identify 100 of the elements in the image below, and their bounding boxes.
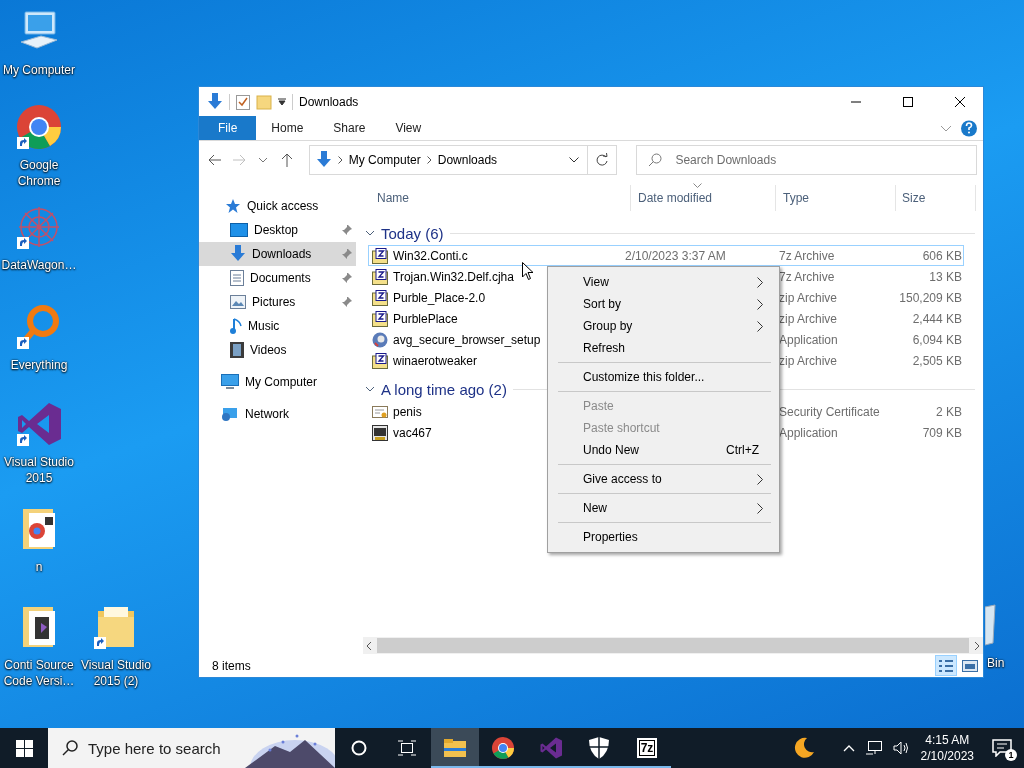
nav-item[interactable]: Network bbox=[199, 402, 356, 426]
file-type: Security Certificate bbox=[778, 404, 881, 419]
download-icon bbox=[230, 245, 246, 263]
breadcrumb[interactable]: Downloads bbox=[437, 153, 498, 167]
moon-icon[interactable] bbox=[792, 737, 815, 759]
file-date: 2/10/2023 3:37 AM bbox=[625, 248, 727, 263]
archive-icon bbox=[372, 247, 388, 264]
nav-item[interactable]: Quick access bbox=[199, 194, 356, 218]
caret-icon[interactable] bbox=[278, 97, 286, 106]
group-header: A long time ago (2) bbox=[381, 380, 507, 398]
nav-item[interactable]: Pictures bbox=[199, 290, 356, 314]
file-size: 2,505 KB bbox=[911, 353, 963, 368]
file-size: 2 KB bbox=[935, 404, 963, 419]
breadcrumb[interactable]: My Computer bbox=[348, 153, 421, 167]
nav-item[interactable]: Desktop bbox=[199, 218, 356, 242]
desktop-icon-label: Visual Studio 2015 (2) bbox=[80, 657, 152, 689]
menu-item[interactable]: New bbox=[550, 497, 777, 519]
nav-item-label: Quick access bbox=[247, 199, 320, 213]
menu-item[interactable]: Sort by bbox=[550, 293, 777, 315]
menu-item[interactable]: View bbox=[550, 271, 777, 293]
nav-item-label: Music bbox=[248, 319, 281, 333]
properties-icon[interactable] bbox=[236, 93, 250, 110]
column-header[interactable]: Name bbox=[363, 185, 631, 211]
menu-item[interactable]: Refresh bbox=[550, 337, 777, 359]
ribbon-tab[interactable]: View bbox=[380, 116, 437, 140]
column-header[interactable]: Type bbox=[776, 185, 896, 211]
arrow-up-icon bbox=[280, 153, 293, 167]
desktop-icon[interactable] bbox=[15, 400, 63, 448]
network-icon bbox=[221, 406, 239, 422]
archive-icon bbox=[372, 289, 388, 306]
music-note-icon bbox=[230, 318, 242, 334]
file-type: zip Archive bbox=[778, 311, 839, 326]
search-field[interactable]: Search Downloads bbox=[636, 145, 977, 175]
menu-item[interactable]: Properties bbox=[550, 526, 777, 548]
download-icon bbox=[315, 151, 332, 169]
windows-logo-icon bbox=[15, 739, 33, 757]
file-name: penis bbox=[393, 404, 422, 419]
clock[interactable]: 4:15 AM 2/10/2023 bbox=[920, 732, 974, 764]
nav-item[interactable]: Documents bbox=[199, 266, 356, 290]
file-name: winaerotweaker bbox=[393, 353, 478, 368]
menu-item[interactable]: Give access to bbox=[550, 468, 777, 490]
nav-item[interactable]: Videos bbox=[199, 338, 356, 362]
ribbon-tab[interactable]: Share bbox=[318, 116, 381, 140]
file-name: Trojan.Win32.Delf.cjha bbox=[393, 269, 514, 284]
download-icon bbox=[207, 92, 223, 111]
file-size: 6,094 KB bbox=[911, 332, 963, 347]
chevron-icon[interactable] bbox=[365, 384, 375, 394]
details-view-button[interactable] bbox=[935, 655, 957, 676]
file-name: vac467 bbox=[393, 425, 432, 440]
pin-icon[interactable] bbox=[342, 273, 352, 283]
file-name: Purble_Place-2.0 bbox=[393, 290, 486, 305]
search-icon bbox=[62, 740, 78, 756]
chevron-icon bbox=[426, 156, 432, 164]
pin-icon[interactable] bbox=[342, 225, 352, 235]
arrow-left-icon bbox=[207, 154, 222, 166]
nav-item[interactable]: My Computer bbox=[199, 370, 356, 394]
menu-item[interactable]: Group by bbox=[550, 315, 777, 337]
window-title: Downloads bbox=[299, 94, 360, 109]
ribbon-tab[interactable]: Home bbox=[256, 116, 319, 140]
file-menu-tab[interactable]: File bbox=[199, 116, 257, 140]
maximize-icon bbox=[903, 96, 913, 107]
nav-item-label: Pictures bbox=[252, 295, 297, 309]
file-type: 7z Archive bbox=[778, 248, 836, 263]
scrollbar-thumb[interactable] bbox=[377, 638, 969, 653]
application-icon bbox=[372, 424, 388, 441]
group-header: Today (6) bbox=[381, 224, 444, 242]
dropdown-icon[interactable] bbox=[569, 157, 580, 163]
nav-item[interactable]: Music bbox=[199, 314, 356, 338]
column-header[interactable]: Size bbox=[896, 185, 976, 211]
status-text: 8 items bbox=[212, 658, 252, 673]
star-icon bbox=[225, 198, 241, 214]
desktop-icon-label: Visual Studio 2015 bbox=[3, 454, 75, 486]
tiles-view-icon bbox=[962, 658, 978, 673]
circle-icon bbox=[351, 740, 367, 756]
task-view-icon bbox=[398, 740, 416, 756]
search-icon bbox=[648, 153, 663, 167]
chevron-icon[interactable] bbox=[365, 228, 375, 238]
taskbar-search-field[interactable]: Type here to search bbox=[88, 739, 225, 757]
selected-file-row[interactable]: Win32.Conti.c 2/10/2023 3:37 AM 7z Archive 606 KB bbox=[368, 245, 964, 266]
file-name: PurblePlace bbox=[393, 311, 458, 326]
taskbar-search-box[interactable]: Type here to search bbox=[48, 728, 335, 768]
chevron-up-icon[interactable] bbox=[842, 744, 855, 752]
computer-icon bbox=[221, 374, 239, 390]
nav-item[interactable]: Downloads bbox=[199, 242, 356, 266]
taskbar-app-button[interactable]: 7z bbox=[623, 728, 671, 768]
horizontal-scrollbar[interactable] bbox=[363, 637, 983, 654]
menu-item[interactable]: Customize this folder... bbox=[550, 366, 777, 388]
volume-icon[interactable] bbox=[892, 740, 911, 756]
file-size: 2,444 KB bbox=[911, 311, 963, 326]
network-icon[interactable] bbox=[864, 740, 883, 756]
pin-icon[interactable] bbox=[342, 297, 352, 307]
file-type: 7z Archive bbox=[778, 269, 836, 284]
menu-item[interactable]: Undo New Ctrl+Z bbox=[550, 439, 777, 461]
column-header[interactable]: Date modified bbox=[631, 185, 776, 211]
notifications-icon[interactable] bbox=[992, 739, 1012, 757]
file-type: Application bbox=[778, 425, 839, 440]
address-bar[interactable]: My Computer Downloads bbox=[308, 145, 618, 175]
desktop-icon-label: Conti Source Code Versi… bbox=[2, 657, 76, 689]
file-size: 709 KB bbox=[921, 425, 963, 440]
nav-item-label: Documents bbox=[250, 271, 312, 285]
